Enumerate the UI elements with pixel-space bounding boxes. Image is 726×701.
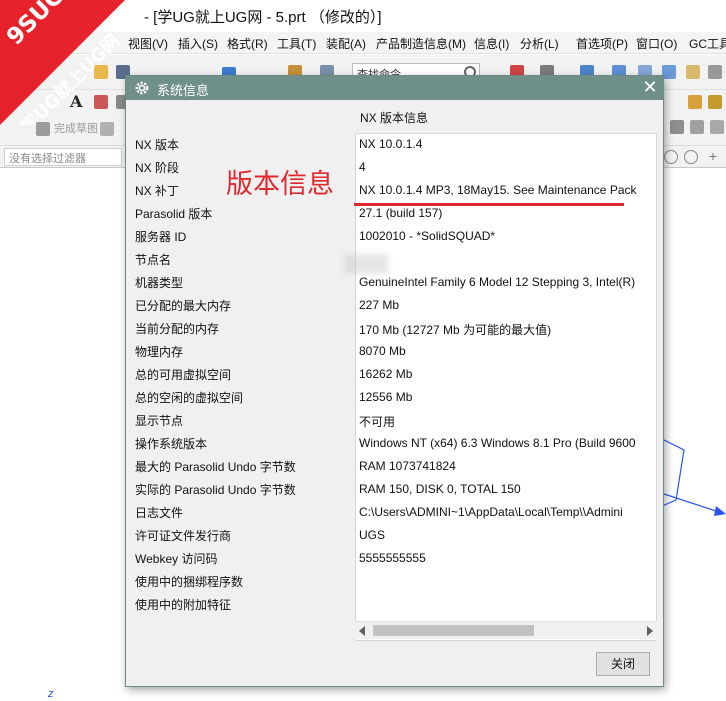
field-value: 8070 Mb <box>359 344 406 358</box>
info-values-panel[interactable]: NX 10.0.1.4 4 NX 10.0.1.4 MP3, 18May15. Se… <box>355 133 657 641</box>
field-label: 操作系统版本 <box>135 437 208 451</box>
field-label: Webkey 访问码 <box>135 552 218 566</box>
axis-z-label: z <box>48 688 54 700</box>
field-label: 已分配的最大内存 <box>135 299 232 313</box>
field-value: 不可用 <box>359 415 396 429</box>
field-value: 27.1 (build 157) <box>359 206 443 220</box>
field-value: RAM 1073741824 <box>359 459 456 473</box>
field-value: C:\Users\ADMINI~1\AppData\Local\Temp\\Ad… <box>359 505 623 519</box>
field-value: NX 10.0.1.4 MP3, 18May15. See Maintenanc… <box>359 183 637 197</box>
field-value: NX 10.0.1.4 <box>359 137 423 151</box>
dialog-title: 系统信息 <box>157 83 210 98</box>
field-value: Windows NT (x64) 6.3 Windows 8.1 Pro (Bu… <box>359 436 636 450</box>
field-label: 当前分配的内存 <box>135 322 220 336</box>
horizontal-scrollbar[interactable] <box>355 621 657 639</box>
version-info-annotation: 版本信息 <box>226 169 334 200</box>
field-label: 日志文件 <box>135 506 184 520</box>
field-label: 节点名 <box>135 253 172 267</box>
scrollbar-thumb[interactable] <box>373 625 534 636</box>
field-value: 12556 Mb <box>359 390 413 404</box>
field-label: Parasolid 版本 <box>135 207 213 221</box>
field-value: 227 Mb <box>359 298 400 312</box>
system-info-dialog: 系统信息 ✕ NX 版本信息 NX 版本 NX 阶段 NX 补丁 Parasolid … <box>125 75 664 687</box>
gear-icon <box>135 81 149 95</box>
field-label: 最大的 Parasolid Undo 字节数 <box>135 460 296 474</box>
field-value: 170 Mb (12727 Mb 为可能的最大值) <box>359 323 552 337</box>
annotation-underline <box>354 203 624 206</box>
scroll-left-arrow-icon[interactable] <box>359 626 365 636</box>
field-value: RAM 150, DISK 0, TOTAL 150 <box>359 482 521 496</box>
field-label: 许可证文件发行商 <box>135 529 232 543</box>
field-label: 总的空闲的虚拟空间 <box>135 391 244 405</box>
field-label: 使用中的捆绑程序数 <box>135 575 244 589</box>
field-label: 机器类型 <box>135 276 184 290</box>
redacted-node-name <box>344 254 388 274</box>
field-label: NX 阶段 <box>135 161 180 175</box>
field-label: 显示节点 <box>135 414 184 428</box>
scroll-right-arrow-icon[interactable] <box>647 626 653 636</box>
field-value: UGS <box>359 528 386 542</box>
field-label: NX 版本 <box>135 138 180 152</box>
field-label: 总的可用虚拟空间 <box>135 368 232 382</box>
field-value: 4 <box>359 160 366 174</box>
field-label: 实际的 Parasolid Undo 字节数 <box>135 483 296 497</box>
field-label: 使用中的附加特征 <box>135 598 232 612</box>
field-label: 物理内存 <box>135 345 184 359</box>
field-value: 16262 Mb <box>359 367 413 381</box>
field-value: 1002010 - *SolidSQUAD* <box>359 229 496 243</box>
field-value: GenuineIntel Family 6 Model 12 Stepping … <box>359 275 636 289</box>
close-icon[interactable]: ✕ <box>641 78 659 96</box>
dialog-title-bar[interactable]: 系统信息 ✕ <box>126 76 663 100</box>
field-label: 服务器 ID <box>135 230 187 244</box>
panel-header: NX 版本信息 <box>360 111 429 125</box>
close-button[interactable]: 关闭 <box>596 652 650 676</box>
field-label: NX 补丁 <box>135 184 180 198</box>
field-value: 5555555555 <box>359 551 426 565</box>
